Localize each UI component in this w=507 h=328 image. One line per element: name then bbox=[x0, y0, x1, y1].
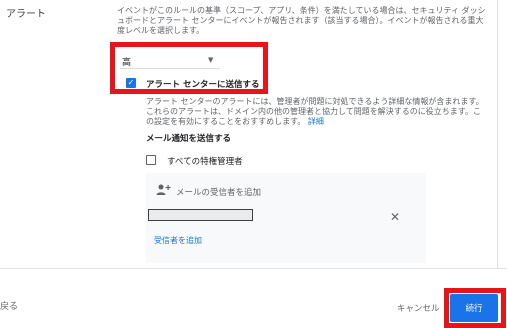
learn-more-link[interactable]: 詳細 bbox=[308, 117, 324, 126]
section-label: アラート bbox=[6, 9, 46, 20]
add-recipient-label: メールの受信者を追加 bbox=[176, 188, 262, 198]
rule-description: イベントがこのルールの基準（スコープ、アプリ、条件）を満たしている場合は、セキュ… bbox=[117, 6, 486, 35]
right-divider bbox=[497, 0, 498, 268]
recipient-input[interactable] bbox=[148, 209, 253, 221]
person-add-icon bbox=[156, 184, 171, 195]
super-admins-checkbox[interactable] bbox=[146, 155, 156, 165]
back-button[interactable]: 戻る bbox=[0, 299, 18, 312]
email-notification-title: メール通知を送信する bbox=[146, 134, 232, 144]
footer-divider bbox=[0, 268, 507, 269]
highlight-box-continue bbox=[444, 288, 506, 328]
alert-center-note: アラート センターのアラートには、管理者が問題に対処できるよう詳細な情報が含まれ… bbox=[146, 97, 486, 127]
highlight-box-severity bbox=[110, 42, 268, 94]
add-recipient-link[interactable]: 受信者を追加 bbox=[154, 235, 202, 246]
super-admins-checkbox-label: すべての特権管理者 bbox=[167, 157, 243, 167]
cancel-button[interactable]: キャンセル bbox=[397, 302, 440, 314]
close-icon[interactable]: ✕ bbox=[390, 211, 400, 223]
